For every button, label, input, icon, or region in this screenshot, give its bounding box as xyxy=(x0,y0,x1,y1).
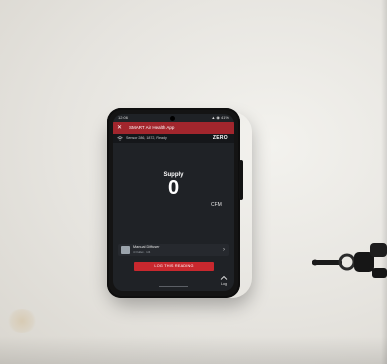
home-indicator xyxy=(159,286,188,287)
phone-screen: 12:06 ▲ ◉ 41% ✕ SMART Air Health App Sen… xyxy=(113,114,234,291)
log-tab[interactable]: Log xyxy=(217,274,231,288)
diffuser-selector[interactable]: Manual Diffuser 4 Outlet · 1/4 › xyxy=(118,244,229,256)
diffuser-subtitle: 4 Outlet · 1/4 xyxy=(133,250,151,254)
app-title: SMART Air Health App xyxy=(129,125,175,130)
table-bottom-shadow xyxy=(0,336,387,364)
reading-unit: CFM xyxy=(211,202,222,208)
status-indicators: ▲ ◉ 41% xyxy=(211,115,229,120)
log-reading-button[interactable]: LOG THIS READING xyxy=(134,262,214,271)
table-stain xyxy=(6,309,38,333)
keys-image xyxy=(312,243,387,278)
diffuser-title: Manual Diffuser xyxy=(133,245,160,249)
app-header: ✕ SMART Air Health App xyxy=(113,122,234,134)
device-bar: Sensor 286, 1872, Ready ZERO xyxy=(113,134,234,143)
log-tab-label: Log xyxy=(221,282,227,286)
wifi-icon xyxy=(117,136,123,141)
brand-logo: ZERO xyxy=(212,135,228,141)
camera-notch xyxy=(170,116,175,121)
chevron-right-icon: › xyxy=(223,247,225,253)
device-status: Sensor 286, 1872, Ready xyxy=(126,136,167,140)
diffuser-thumbnail xyxy=(121,246,130,254)
status-bar: 12:06 ▲ ◉ 41% xyxy=(113,114,234,122)
status-time: 12:06 xyxy=(118,115,129,120)
log-icon xyxy=(220,275,228,280)
phone-side-button xyxy=(239,160,243,200)
close-icon[interactable]: ✕ xyxy=(117,122,122,134)
table-edge-shadow xyxy=(381,0,387,364)
reading-value: 0 xyxy=(167,177,180,199)
